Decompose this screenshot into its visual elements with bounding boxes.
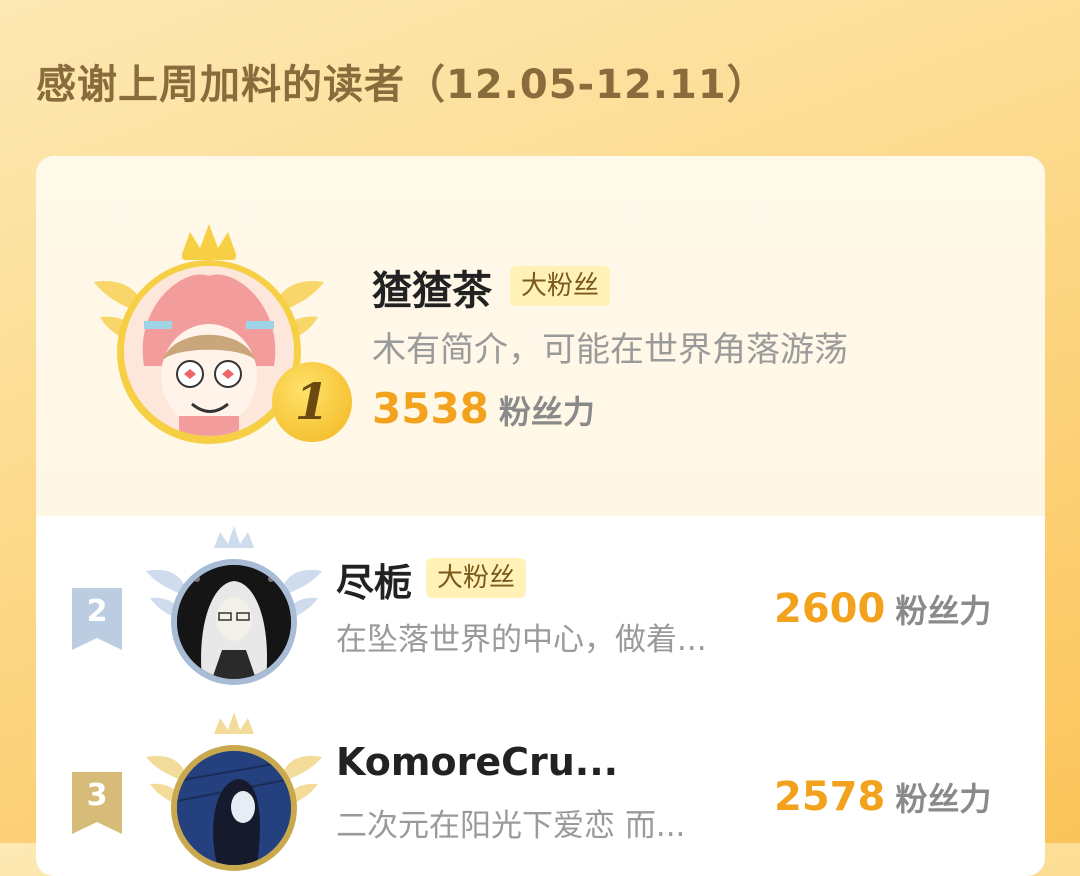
rank-tag-2: 2 (72, 588, 122, 650)
reader-row-1[interactable]: 1 猹猹茶 大粉丝 木有简介，可能在世界角落游荡 3538 粉丝力 (36, 156, 1045, 516)
avatar-frame-2 (144, 526, 324, 686)
fan-level-badge-1: 大粉丝 (510, 266, 610, 306)
reader-name-2[interactable]: 尽栀 (336, 552, 412, 607)
avatar-frame-1: 1 (84, 222, 352, 452)
avatar-1[interactable] (124, 266, 294, 436)
leaderboard-card: 1 猹猹茶 大粉丝 木有简介，可能在世界角落游荡 3538 粉丝力 2 尽栀 大… (36, 156, 1045, 876)
reader-row-2[interactable]: 2 尽栀 大粉丝 在坠落世界的中心，做着... 2600 粉丝力 (36, 526, 1045, 696)
reader-score-1: 3538 粉丝力 (372, 384, 595, 433)
reader-score-3: 2578 粉丝力 (774, 774, 992, 820)
reader-name-1[interactable]: 猹猹茶 (372, 258, 492, 316)
page-title: 感谢上周加料的读者（12.05-12.11） (36, 62, 768, 108)
reader-name-3[interactable]: KomoreCru... (336, 740, 618, 784)
avatar-frame-3 (144, 712, 324, 872)
reader-row-3[interactable]: 3 KomoreCru... 二次元在阳光下爱恋 而... 2578 粉丝力 (36, 712, 1045, 876)
avatar-2[interactable] (177, 565, 291, 679)
fan-level-badge-2: 大粉丝 (426, 558, 526, 598)
rank-badge-1: 1 (272, 362, 352, 442)
reader-score-2: 2600 粉丝力 (774, 586, 992, 632)
reader-bio-3: 二次元在阳光下爱恋 而... (336, 808, 686, 844)
avatar-3[interactable] (177, 751, 291, 865)
reader-bio-2: 在坠落世界的中心，做着... (336, 622, 707, 658)
reader-bio-1: 木有简介，可能在世界角落游荡 (372, 330, 848, 370)
rank-tag-3: 3 (72, 772, 122, 834)
